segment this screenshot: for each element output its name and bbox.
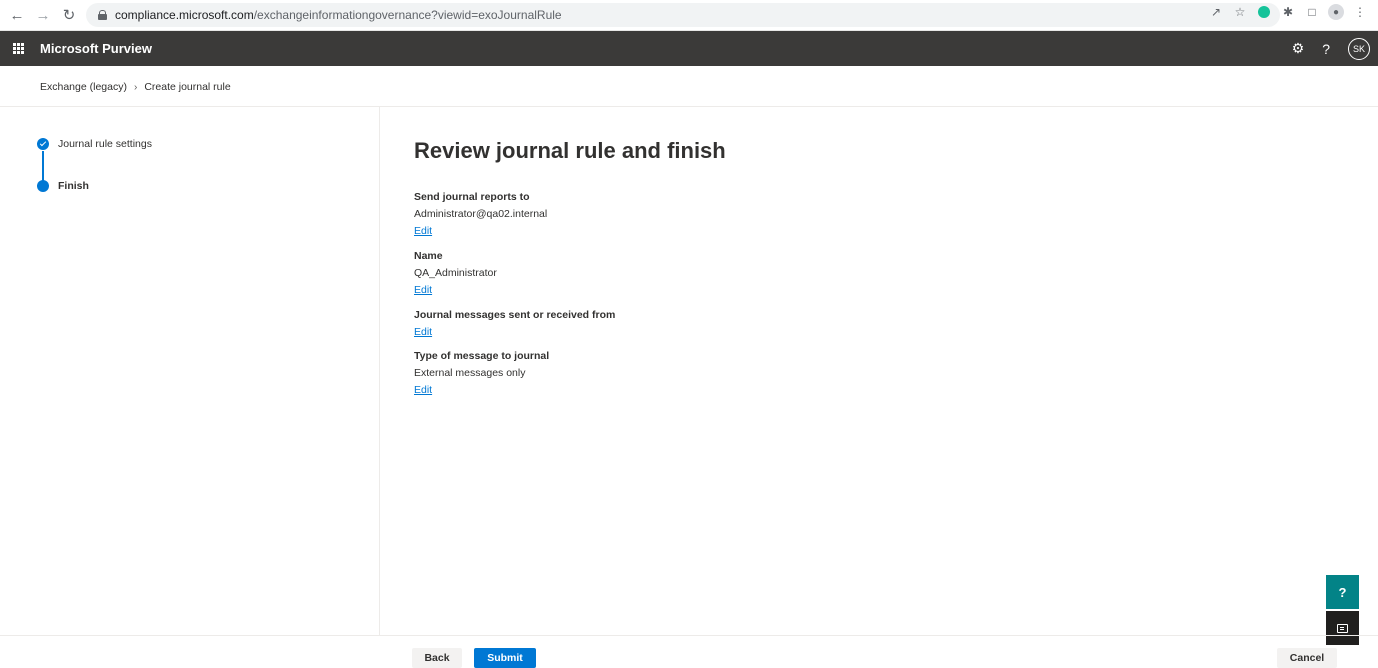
breadcrumb-exchange-legacy[interactable]: Exchange (legacy) (40, 81, 127, 93)
back-arrow-icon[interactable]: ← (6, 4, 28, 26)
suite-actions: ⚙ ? SK (1292, 31, 1370, 66)
field-value: QA_Administrator (414, 267, 497, 279)
breadcrumb-current: Create journal rule (144, 81, 231, 93)
field-label: Name (414, 250, 443, 262)
cancel-button[interactable]: Cancel (1277, 648, 1337, 668)
back-button[interactable]: Back (412, 648, 462, 668)
review-field-name: Name QA_Administrator Edit (414, 250, 497, 296)
current-step-dot-icon (37, 180, 49, 192)
field-label: Journal messages sent or received from (414, 309, 616, 321)
url-host: compliance.microsoft.com (115, 8, 254, 22)
review-field-send-reports-to: Send journal reports to Administrator@qa… (414, 191, 547, 237)
more-menu-icon[interactable]: ⋮ (1352, 4, 1368, 20)
field-label: Type of message to journal (414, 350, 550, 362)
share-icon[interactable]: ↗ (1208, 4, 1224, 20)
page-title: Review journal rule and finish (414, 138, 726, 163)
field-value: Administrator@qa02.internal (414, 208, 548, 220)
submit-button[interactable]: Submit (474, 648, 536, 668)
edit-link-message-type[interactable]: Edit (414, 384, 432, 396)
browser-toolbar: ← → ↻ compliance.microsoft.com/exchangei… (0, 0, 1378, 31)
help-assistant-button[interactable]: ? (1326, 575, 1359, 609)
address-bar[interactable]: compliance.microsoft.com/exchangeinforma… (86, 3, 1280, 27)
bookmark-star-icon[interactable]: ☆ (1232, 4, 1248, 20)
step-journal-rule-settings[interactable]: Journal rule settings (37, 138, 152, 150)
settings-gear-icon[interactable]: ⚙ (1292, 40, 1305, 57)
forward-arrow-icon[interactable]: → (32, 4, 54, 26)
review-field-message-type: Type of message to journal External mess… (414, 350, 549, 396)
user-avatar[interactable]: SK (1348, 37, 1370, 60)
waffle-icon (12, 43, 24, 54)
breadcrumb: Exchange (legacy) › Create journal rule (40, 81, 231, 93)
side-panel-icon[interactable]: □ (1304, 4, 1320, 20)
feedback-button[interactable] (1326, 611, 1359, 645)
edit-link-name[interactable]: Edit (414, 284, 432, 296)
chevron-right-icon: › (133, 81, 138, 93)
suite-header: Microsoft Purview ⚙ ? SK (0, 31, 1378, 66)
edit-link-sent-or-received-from[interactable]: Edit (414, 326, 432, 338)
app-launcher-button[interactable] (0, 31, 36, 66)
edit-link-send-reports-to[interactable]: Edit (414, 225, 432, 237)
url-path: /exchangeinformationgovernance?viewid=ex… (253, 8, 562, 22)
step-finish[interactable]: Finish (37, 180, 89, 192)
step-connector (42, 151, 44, 181)
profile-icon[interactable]: ● (1328, 4, 1344, 20)
field-label: Send journal reports to (414, 191, 530, 203)
grammarly-extension-icon[interactable] (1256, 4, 1272, 20)
step-label: Finish (58, 180, 89, 192)
lock-icon (98, 10, 107, 20)
browser-extensions: ↗ ☆ ✱ □ ● ⋮ (1208, 4, 1368, 20)
feedback-icon (1337, 623, 1348, 633)
app-title[interactable]: Microsoft Purview (40, 41, 152, 56)
step-label: Journal rule settings (58, 138, 152, 150)
review-field-sent-or-received-from: Journal messages sent or received from E… (414, 309, 615, 338)
extensions-puzzle-icon[interactable]: ✱ (1280, 4, 1296, 20)
help-icon[interactable]: ? (1322, 41, 1330, 57)
field-value: External messages only (414, 367, 526, 379)
checkmark-circle-icon (37, 138, 49, 150)
question-icon: ? (1338, 584, 1347, 600)
reload-icon[interactable]: ↻ (58, 4, 80, 26)
footer-divider (0, 635, 1378, 636)
grammarly-icon (1258, 6, 1270, 18)
